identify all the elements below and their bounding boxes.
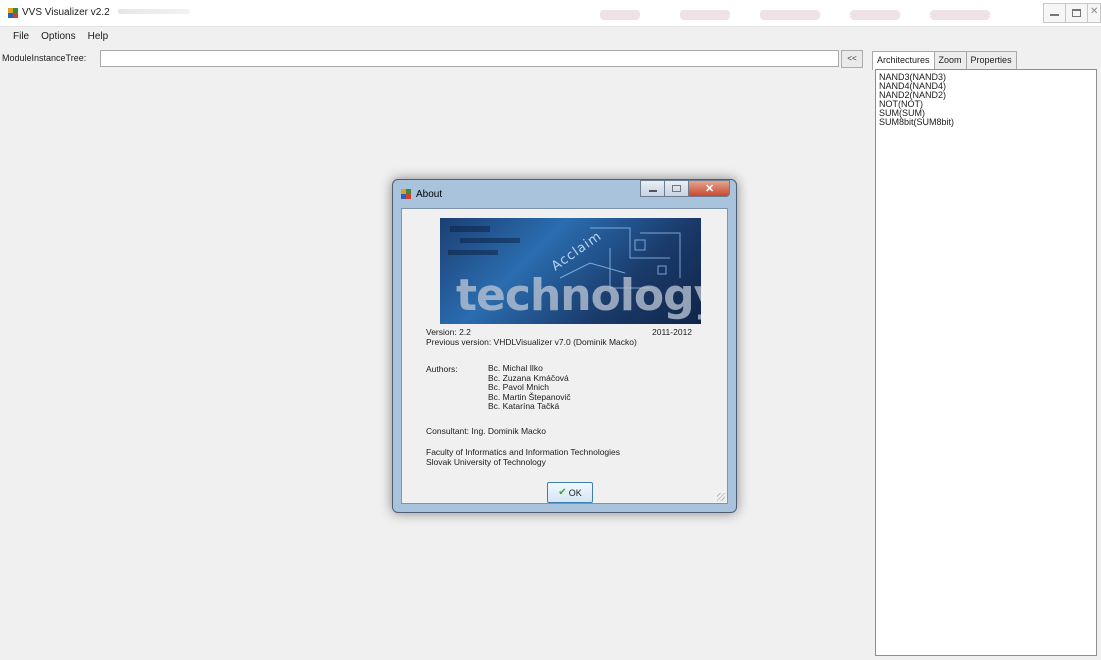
university-text: Slovak University of Technology xyxy=(426,457,546,467)
maximize-icon xyxy=(672,185,681,192)
dialog-body: Acclaim technology Version: 2.2 2011-201… xyxy=(401,208,728,504)
restore-button[interactable] xyxy=(1065,3,1087,23)
tab-architectures[interactable]: Architectures xyxy=(872,51,935,70)
close-icon: ✕ xyxy=(705,183,715,195)
version-text: Version: 2.2 xyxy=(426,327,471,337)
background-blur xyxy=(680,10,730,20)
menu-help[interactable]: Help xyxy=(82,28,115,46)
authors-list: Bc. Michal Ilko Bc. Zuzana Kmáčová Bc. P… xyxy=(488,363,571,412)
menu-bar: File Options Help xyxy=(0,28,114,46)
dialog-title: About xyxy=(416,189,443,200)
background-blur xyxy=(760,10,820,20)
title-ghost xyxy=(118,9,190,14)
dialog-controls: ✕ xyxy=(640,180,730,197)
checkmark-icon: ✔ xyxy=(558,487,567,498)
minimize-icon xyxy=(1050,14,1059,16)
collapse-panel-button[interactable]: << xyxy=(841,50,863,68)
module-tree-field[interactable] xyxy=(100,50,839,67)
window-controls: ✕ xyxy=(1043,0,1101,23)
dialog-minimize-button[interactable] xyxy=(640,180,664,197)
about-dialog: About ✕ Acclaim technology Version: 2.2 … xyxy=(392,179,737,513)
right-panel-tabs: Architectures Zoom Properties xyxy=(872,51,1017,70)
close-button[interactable]: ✕ xyxy=(1087,3,1101,23)
architectures-list: NAND3(NAND3) NAND4(NAND4) NAND2(NAND2) N… xyxy=(876,70,1096,130)
previous-version-text: Previous version: VHDLVisualizer v7.0 (D… xyxy=(426,337,637,347)
app-icon xyxy=(8,8,18,18)
minimize-icon xyxy=(649,190,657,192)
ok-button[interactable]: ✔ OK xyxy=(547,482,593,503)
list-item[interactable]: SUM8bit(SUM8bit) xyxy=(879,118,1093,127)
module-tree-label: ModuleInstanceTree: xyxy=(2,53,87,63)
window-title-bar: VVS Visualizer v2.2 ✕ xyxy=(0,0,1101,27)
tab-properties[interactable]: Properties xyxy=(965,51,1017,69)
about-banner-image: Acclaim technology xyxy=(440,218,701,324)
resize-grip-icon[interactable] xyxy=(717,493,725,501)
background-blur xyxy=(850,10,900,20)
close-icon: ✕ xyxy=(1090,6,1099,17)
authors-label: Authors: xyxy=(426,364,458,374)
window-title: VVS Visualizer v2.2 xyxy=(22,7,110,18)
background-blur xyxy=(930,10,990,20)
dialog-close-button[interactable]: ✕ xyxy=(688,180,730,197)
menu-file[interactable]: File xyxy=(7,28,35,46)
faculty-text: Faculty of Informatics and Information T… xyxy=(426,447,621,457)
copyright-years: 2011-2012 xyxy=(652,327,693,337)
menu-options[interactable]: Options xyxy=(35,28,81,46)
app-icon xyxy=(401,189,411,199)
tab-zoom[interactable]: Zoom xyxy=(933,51,967,69)
dialog-maximize-button[interactable] xyxy=(664,180,688,197)
architectures-panel: NAND3(NAND3) NAND4(NAND4) NAND2(NAND2) N… xyxy=(875,69,1097,656)
ok-label: OK xyxy=(568,487,582,498)
restore-icon xyxy=(1072,9,1081,17)
minimize-button[interactable] xyxy=(1043,3,1065,23)
author-name: Bc. Katarína Tačká xyxy=(488,401,560,411)
consultant-text: Consultant: Ing. Dominik Macko xyxy=(426,426,546,436)
background-blur xyxy=(600,10,640,20)
banner-wordmark: technology xyxy=(456,270,701,321)
